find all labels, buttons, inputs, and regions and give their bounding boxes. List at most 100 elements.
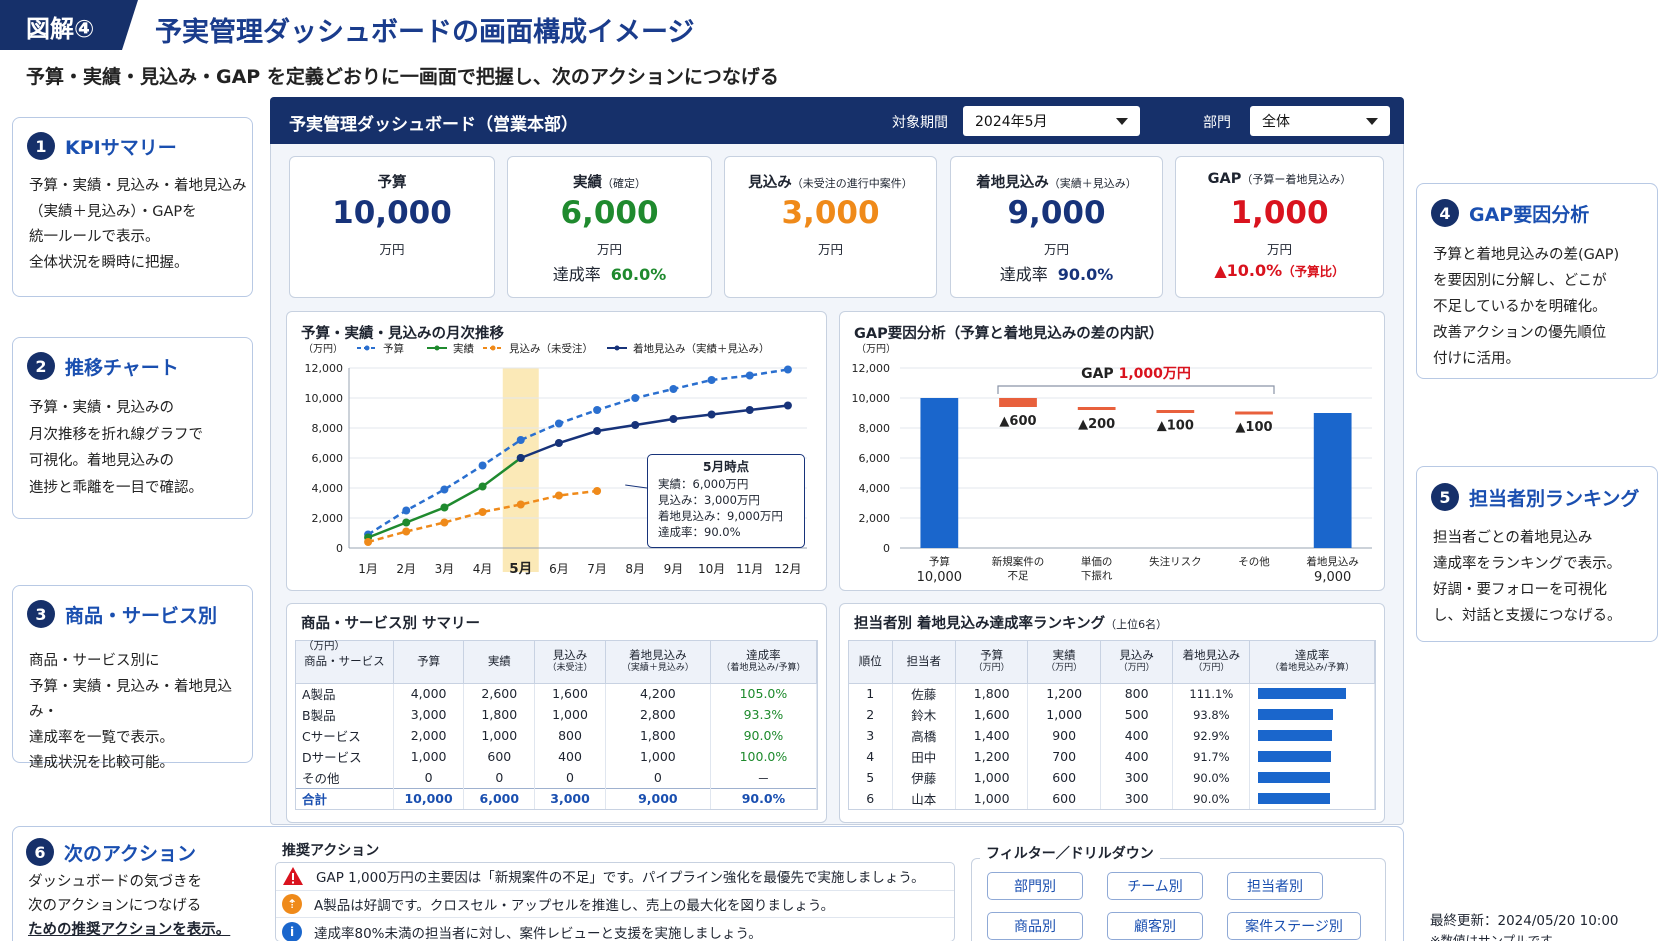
data-point[interactable] xyxy=(478,508,487,516)
filter-button-dept[interactable]: 部門別 xyxy=(987,872,1083,900)
data-point[interactable] xyxy=(593,427,602,435)
table-cell: 4,200 xyxy=(605,683,711,704)
data-point[interactable] xyxy=(745,371,754,380)
table-cell: 3,000 xyxy=(393,704,465,725)
kpi-card-gap[interactable]: GAP（予算ー着地見込み） 1,000 万円 ▲10.0%（予算比） xyxy=(1175,156,1384,298)
table-row[interactable]: 1 佐藤 1,800 1,200 800 111.1% xyxy=(849,683,1375,704)
filter-button-stage[interactable]: 案件ステージ別 xyxy=(1227,912,1361,940)
dept-select[interactable]: 全体 xyxy=(1250,106,1390,136)
kpi-card-budget[interactable]: 予算 10,000 万円 xyxy=(289,156,495,298)
x-category-label: 着地見込み xyxy=(1306,555,1359,568)
data-point[interactable] xyxy=(783,365,792,374)
kpi-card-actual[interactable]: 実績（確定） 6,000 万円 達成率 60.0% xyxy=(507,156,712,298)
table-cell: 1,400 xyxy=(955,725,1029,746)
data-point[interactable] xyxy=(669,415,678,423)
data-point[interactable] xyxy=(554,439,563,447)
side-card-kpi: 1 KPIサマリー 予算・実績・見込み・着地見込み （実績＋見込み）・GAPを 統… xyxy=(12,117,253,297)
total-bar[interactable] xyxy=(1313,413,1352,548)
data-point[interactable] xyxy=(669,385,678,393)
y-tick-label: 0 xyxy=(883,542,890,555)
data-point[interactable] xyxy=(783,401,792,410)
gap-factor-bar[interactable] xyxy=(1077,407,1116,410)
kpi-unit: 万円 xyxy=(817,242,843,257)
action-item[interactable]: GAP 1,000万円の主要因は「新規案件の不足」です。パイプライン強化を最優先… xyxy=(282,863,925,889)
kpi-card-forecast[interactable]: 見込み（未受注の進行中案件） 3,000 万円 xyxy=(724,156,937,298)
actions-title: 推奨アクション xyxy=(282,843,380,859)
y-tick-label: 4,000 xyxy=(312,482,344,495)
filter-title: フィルター／ドリルダウン xyxy=(980,843,1160,863)
data-point[interactable] xyxy=(516,454,525,462)
data-point[interactable] xyxy=(593,487,602,495)
step-number: 2 xyxy=(27,352,55,380)
gap-factor-bar[interactable] xyxy=(1235,411,1273,415)
rate-bar xyxy=(1258,772,1330,783)
data-point[interactable] xyxy=(593,406,602,414)
gap-chart[interactable]: （万円） 0 2,000 4,000 6,000 8,000 10,000 12,000 予算 1… xyxy=(840,340,1384,590)
table-header: 着地見込み （万円） xyxy=(1172,641,1251,684)
table-row[interactable]: 合計 10,000 6,000 3,000 9,000 90.0% xyxy=(296,787,818,809)
table-cell: 1,000 xyxy=(393,746,465,767)
data-point[interactable] xyxy=(554,491,563,500)
gap-factor-bar[interactable] xyxy=(1156,410,1195,413)
data-point[interactable] xyxy=(402,506,411,515)
period-select[interactable]: 2024年5月 xyxy=(963,106,1140,136)
table-cell: 佐藤 xyxy=(892,683,956,704)
table-row[interactable]: その他 0 0 0 0 － xyxy=(296,767,818,788)
data-point[interactable] xyxy=(745,406,754,414)
data-point[interactable] xyxy=(707,376,716,384)
kpi-label: 見込み（未受注の進行中案件） xyxy=(748,175,913,191)
table-row[interactable]: Cサービス 2,000 1,000 800 1,800 90.0% xyxy=(296,725,818,746)
filter-button-staff[interactable]: 担当者別 xyxy=(1227,872,1323,900)
total-bar[interactable] xyxy=(920,398,959,548)
data-point[interactable] xyxy=(402,527,411,536)
bar-value-label: ▲100 xyxy=(1157,419,1194,434)
data-point[interactable] xyxy=(478,482,487,491)
side-card-title: 推移チャート xyxy=(65,356,179,379)
gap-factor-bar[interactable] xyxy=(999,398,1037,407)
data-point[interactable] xyxy=(364,538,373,546)
table-row[interactable]: A製品 4,000 2,600 1,600 4,200 105.0% xyxy=(296,683,818,704)
table-cell: 90.0% xyxy=(1172,767,1251,788)
table-row[interactable]: 4 田中 1,200 700 400 91.7% xyxy=(849,746,1375,767)
data-point[interactable] xyxy=(631,421,640,429)
table-row[interactable]: B製品 3,000 1,800 1,000 2,800 93.3% xyxy=(296,704,818,725)
table-header: 実績 （万円） xyxy=(1027,641,1101,684)
table-row[interactable]: 2 鈴木 1,600 1,000 500 93.8% xyxy=(849,704,1375,725)
gap-bracket xyxy=(997,385,1275,394)
table-cell: 0 xyxy=(605,767,711,788)
data-point[interactable] xyxy=(554,419,563,428)
table-row[interactable]: 3 高橋 1,400 900 400 92.9% xyxy=(849,725,1375,746)
filter-button-product[interactable]: 商品別 xyxy=(987,912,1083,940)
data-point[interactable] xyxy=(707,410,716,419)
data-point[interactable] xyxy=(516,500,525,509)
table-header: 見込み （未受注） xyxy=(534,641,606,684)
sample-note: ※数値はサンプルです xyxy=(1430,933,1553,941)
filter-button-customer[interactable]: 顧客別 xyxy=(1107,912,1203,940)
action-item[interactable]: i 達成率80%未満の担当者に対し、案件レビューと支援を実施しましょう。 xyxy=(282,919,762,941)
table-cell: 800 xyxy=(1100,683,1174,704)
table-cell: 1,000 xyxy=(534,704,606,725)
data-point[interactable] xyxy=(478,461,487,470)
action-item[interactable]: ⇡ A製品は好調です。クロスセル・アップセルを推進し、売上の最大化を図りましょう… xyxy=(282,891,834,917)
table-row[interactable]: 6 山本 1,000 600 300 90.0% xyxy=(849,788,1375,809)
ranking-panel: 担当者別 着地見込み達成率ランキング（上位6名） 順位 担当者 予算 （万円） 実績 （万… xyxy=(839,603,1385,823)
gap-annotation: GAP 1,000万円 xyxy=(1081,366,1191,382)
y-tick-label: 10,000 xyxy=(305,392,344,405)
data-point[interactable] xyxy=(516,436,525,444)
table-cell: 92.9% xyxy=(1172,725,1251,746)
table-row[interactable]: Dサービス 1,000 600 400 1,000 100.0% xyxy=(296,746,818,767)
filter-button-team[interactable]: チーム別 xyxy=(1107,872,1203,900)
table-cell: － xyxy=(710,767,818,788)
data-point[interactable] xyxy=(631,394,640,402)
table-row[interactable]: 5 伊藤 1,000 600 300 90.0% xyxy=(849,767,1375,788)
data-point[interactable] xyxy=(402,518,411,527)
rate-bar xyxy=(1258,751,1331,762)
table-cell: 1 xyxy=(849,683,893,704)
data-point[interactable] xyxy=(440,485,449,494)
data-point[interactable] xyxy=(440,503,449,512)
kpi-card-landing[interactable]: 着地見込み（実績＋見込み） 9,000 万円 達成率 90.0% xyxy=(950,156,1163,298)
data-point[interactable] xyxy=(440,518,449,527)
ranking-table: 順位 担当者 予算 （万円） 実績 （万円） 見込み （万円） 着地見込み （万円） 達成率 （着地見… xyxy=(849,641,1375,809)
table-cell: 伊藤 xyxy=(892,767,956,788)
table-cell: 1,800 xyxy=(463,704,536,725)
